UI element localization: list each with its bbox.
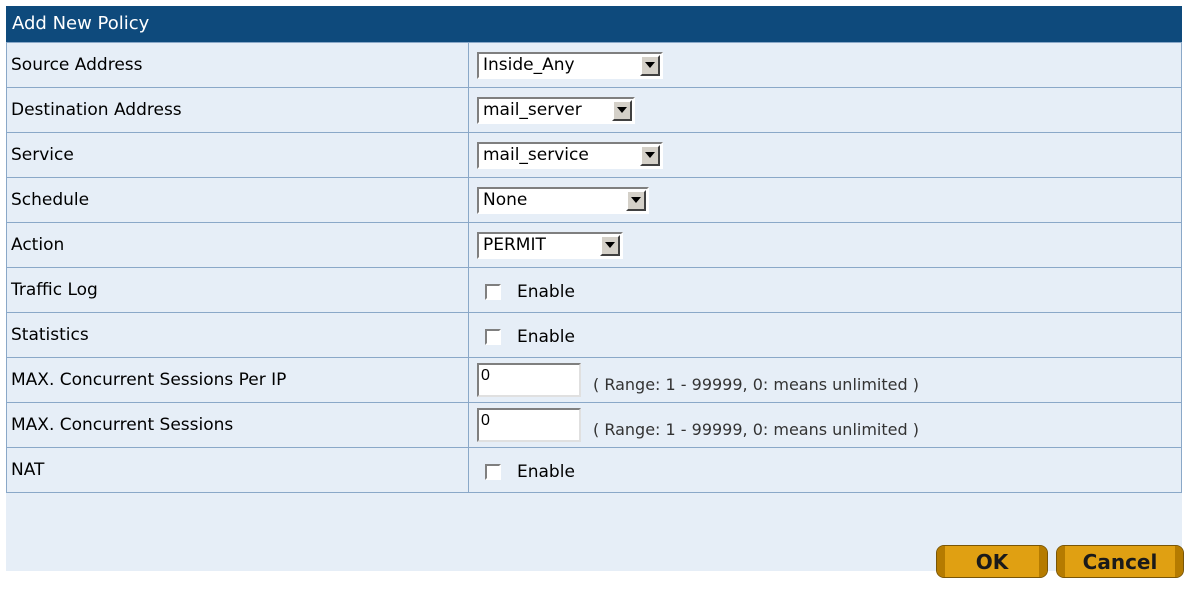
traffic-log-label: Traffic Log xyxy=(6,267,469,313)
form-row-destination-address: Destination Address mail_server xyxy=(6,87,1182,133)
destination-address-value: mail_server xyxy=(483,100,582,120)
destination-address-label: Destination Address xyxy=(6,87,469,133)
form-row-action: Action PERMIT xyxy=(6,222,1182,268)
nat-label: NAT xyxy=(6,447,469,493)
action-label: Action xyxy=(6,222,469,268)
form-row-traffic-log: Traffic Log Enable xyxy=(6,267,1182,313)
max-sessions-per-ip-label: MAX. Concurrent Sessions Per IP xyxy=(6,357,469,403)
action-value: PERMIT xyxy=(483,235,546,255)
nat-checkbox[interactable] xyxy=(485,463,501,480)
max-sessions-input[interactable]: 0 xyxy=(477,408,581,442)
policy-form-table: Source Address Inside_Any Destination Ad… xyxy=(6,42,1182,493)
schedule-value: None xyxy=(483,190,528,210)
source-address-label: Source Address xyxy=(6,42,469,88)
source-address-value: Inside_Any xyxy=(483,55,575,75)
dropdown-arrow-icon[interactable] xyxy=(640,144,660,166)
destination-address-select[interactable]: mail_server xyxy=(477,96,635,124)
service-select[interactable]: mail_service xyxy=(477,141,663,169)
statistics-label: Statistics xyxy=(6,312,469,358)
form-row-max-sessions: MAX. Concurrent Sessions 0 ( Range: 1 - 9… xyxy=(6,402,1182,448)
form-row-schedule: Schedule None xyxy=(6,177,1182,223)
action-select[interactable]: PERMIT xyxy=(477,231,623,259)
dropdown-arrow-icon[interactable] xyxy=(640,54,660,76)
dropdown-arrow-icon[interactable] xyxy=(600,234,620,256)
max-sessions-per-ip-hint: ( Range: 1 - 99999, 0: means unlimited ) xyxy=(593,374,919,394)
form-row-statistics: Statistics Enable xyxy=(6,312,1182,358)
cancel-button-label: Cancel xyxy=(1082,549,1158,574)
form-row-nat: NAT Enable xyxy=(6,447,1182,493)
service-label: Service xyxy=(6,132,469,178)
max-sessions-label: MAX. Concurrent Sessions xyxy=(6,402,469,448)
statistics-enable-label: Enable xyxy=(517,326,575,347)
form-row-service: Service mail_service xyxy=(6,132,1182,178)
max-sessions-per-ip-input[interactable]: 0 xyxy=(477,363,581,397)
form-row-source-address: Source Address Inside_Any xyxy=(6,42,1182,88)
dropdown-arrow-icon[interactable] xyxy=(612,99,632,121)
service-value: mail_service xyxy=(483,145,589,165)
statistics-checkbox[interactable] xyxy=(485,328,501,345)
nat-enable-label: Enable xyxy=(517,461,575,482)
schedule-label: Schedule xyxy=(6,177,469,223)
schedule-select[interactable]: None xyxy=(477,186,649,214)
ok-button[interactable]: OK xyxy=(936,545,1048,578)
traffic-log-enable-label: Enable xyxy=(517,281,575,302)
dropdown-arrow-icon[interactable] xyxy=(626,189,646,211)
ok-button-label: OK xyxy=(975,549,1009,574)
add-policy-panel: Add New Policy Source Address Inside_Any… xyxy=(6,6,1182,571)
cancel-button[interactable]: Cancel xyxy=(1056,545,1184,578)
source-address-select[interactable]: Inside_Any xyxy=(477,51,663,79)
max-sessions-hint: ( Range: 1 - 99999, 0: means unlimited ) xyxy=(593,419,919,439)
traffic-log-checkbox[interactable] xyxy=(485,283,501,300)
form-row-max-sessions-per-ip: MAX. Concurrent Sessions Per IP 0 ( Range… xyxy=(6,357,1182,403)
panel-title: Add New Policy xyxy=(6,6,1182,42)
